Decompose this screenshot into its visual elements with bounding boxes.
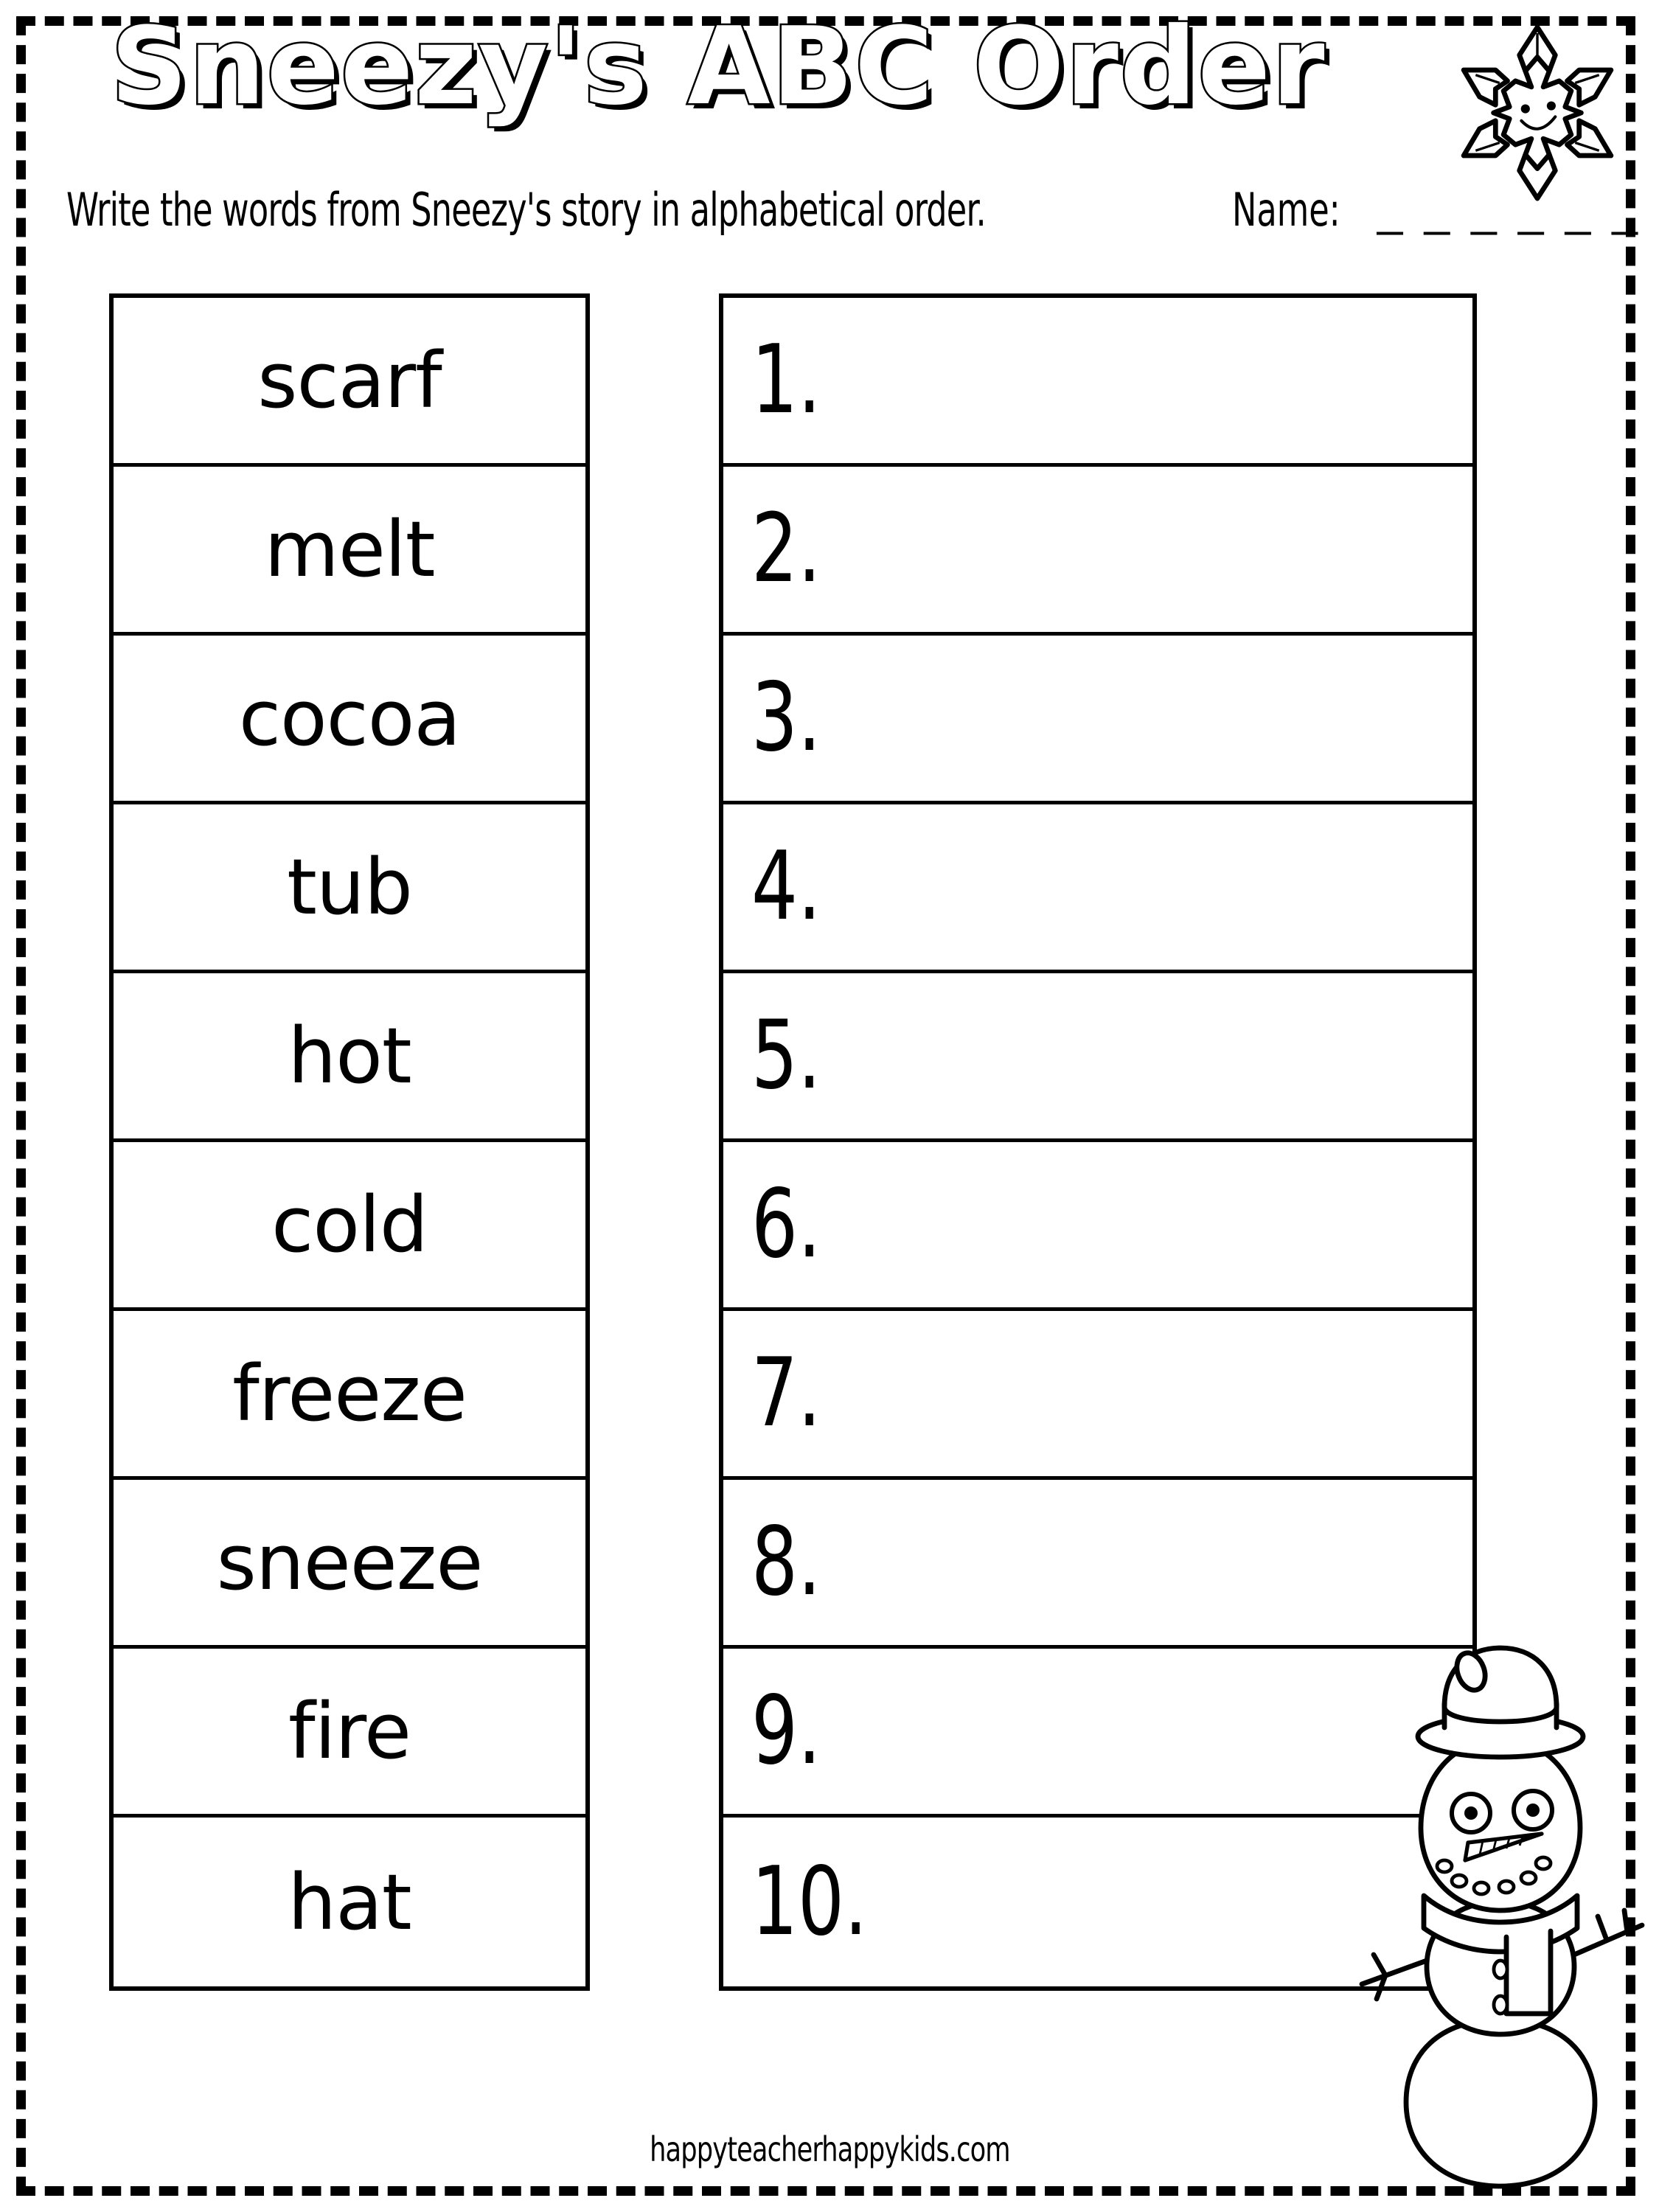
answer-row[interactable]: 1. <box>723 298 1472 467</box>
answer-row[interactable]: 5. <box>723 973 1472 1142</box>
word-bank-row: tub <box>114 804 585 973</box>
word-bank-table: scarf melt cocoa tub hot cold freeze sneeze fire… <box>109 293 590 1991</box>
word-text: scarf <box>257 335 442 425</box>
answer-row[interactable]: 6. <box>723 1142 1472 1311</box>
word-bank-row: cocoa <box>114 636 585 804</box>
instruction-text: Write the words from Sneezy's story in a… <box>66 183 987 237</box>
word-text: cocoa <box>238 673 461 763</box>
word-text: sneeze <box>216 1517 484 1607</box>
word-bank-row: melt <box>114 467 585 636</box>
word-bank-row: hot <box>114 973 585 1142</box>
word-text: tub <box>287 842 413 932</box>
word-text: freeze <box>232 1349 467 1439</box>
word-bank-row: freeze <box>114 1311 585 1480</box>
answer-row[interactable]: 3. <box>723 636 1472 804</box>
word-text: melt <box>264 504 436 594</box>
answer-number: 4. <box>751 832 821 942</box>
answer-number: 9. <box>751 1676 821 1786</box>
word-text: fire <box>288 1686 411 1776</box>
word-bank-row: fire <box>114 1649 585 1818</box>
word-bank-row: hat <box>114 1818 585 1986</box>
answer-number: 7. <box>751 1338 821 1448</box>
word-bank-row: scarf <box>114 298 585 467</box>
word-text: hat <box>288 1857 411 1947</box>
word-bank-row: cold <box>114 1142 585 1311</box>
answer-number: 10. <box>751 1846 868 1957</box>
answer-number: 8. <box>751 1507 821 1617</box>
word-text: cold <box>271 1180 428 1270</box>
answer-row[interactable]: 7. <box>723 1311 1472 1480</box>
footer-credit: happyteacherhappykids.com <box>649 2129 1010 2169</box>
name-label: Name: <box>1231 183 1340 237</box>
answer-number: 2. <box>751 494 821 604</box>
answer-row[interactable]: 4. <box>723 804 1472 973</box>
answer-number: 3. <box>751 663 821 773</box>
instruction-row: Write the words from Sneezy's story in a… <box>66 183 1638 237</box>
answer-row[interactable]: 2. <box>723 467 1472 636</box>
answer-row[interactable]: 8. <box>723 1480 1472 1649</box>
answer-number: 1. <box>751 325 821 435</box>
snowman-icon <box>1359 1645 1645 2189</box>
word-text: hot <box>288 1011 411 1101</box>
page-title: Sneezy's ABC Order <box>109 4 1326 129</box>
worksheet-header: Sneezy's ABC Order Sneezy's ABC Order Wr… <box>0 0 1659 280</box>
answer-number: 5. <box>751 1001 821 1110</box>
snowflake-icon <box>1461 24 1614 201</box>
worksheet-page: Sneezy's ABC Order Sneezy's ABC Order Wr… <box>0 0 1659 2212</box>
answer-number: 6. <box>751 1169 821 1279</box>
word-bank-row: sneeze <box>114 1480 585 1649</box>
